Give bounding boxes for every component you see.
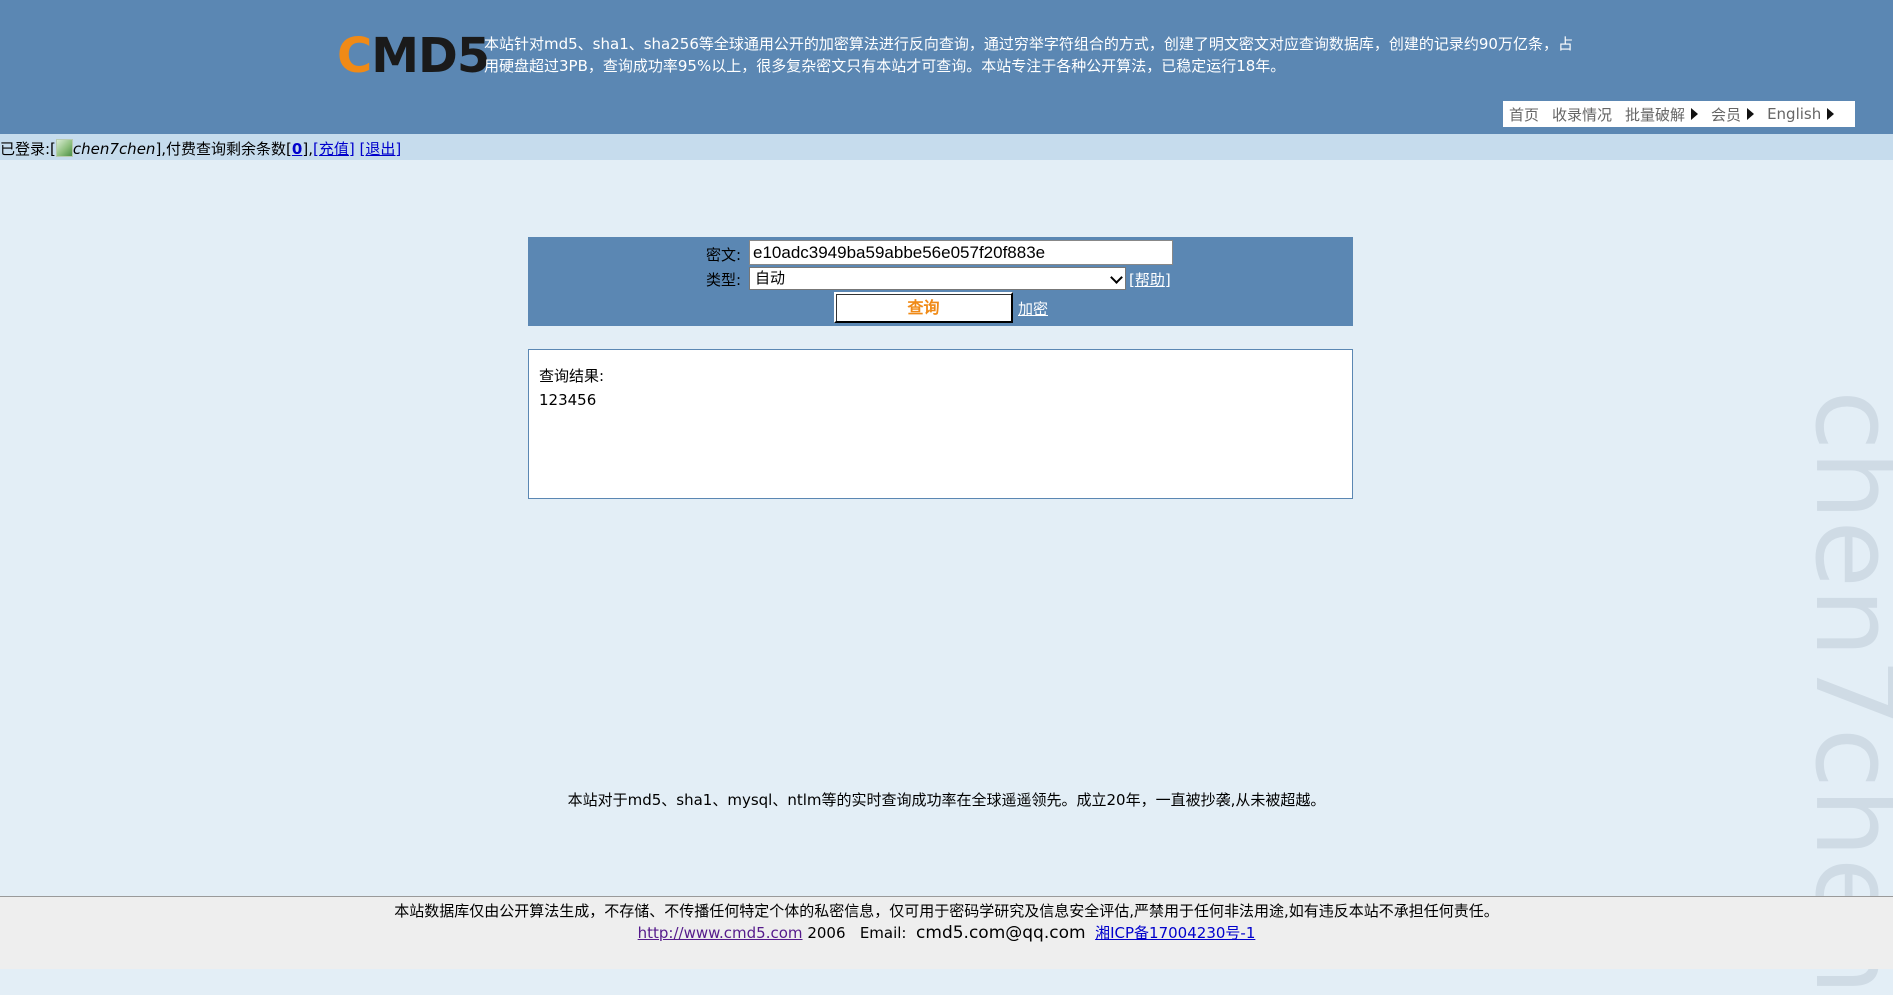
recharge-link[interactable]: [充值] xyxy=(313,140,355,158)
caret-right-icon xyxy=(1691,108,1699,120)
login-status-bar: 已登录:[chen7chen],付费查询剩余条数[0],[充值] [退出] xyxy=(0,134,1893,160)
icp-license-link[interactable]: 湘ICP备17004230号-1 xyxy=(1095,924,1255,942)
site-description: 本站针对md5、sha1、sha256等全球通用公开的加密算法进行反向查询，通过… xyxy=(484,35,1573,75)
site-slogan: 本站对于md5、sha1、mysql、ntlm等的实时查询成功率在全球遥遥领先。… xyxy=(567,791,1326,809)
top-nav: 首页 收录情况 批量破解 会员 English xyxy=(1503,101,1855,127)
cipher-input[interactable] xyxy=(749,240,1173,265)
username: chen7chen xyxy=(72,140,156,158)
username-watermark: chen7chen xyxy=(1791,390,1893,995)
caret-right-icon xyxy=(1827,108,1835,120)
user-avatar-icon xyxy=(55,139,73,157)
nav-item-coverage[interactable]: 收录情况 xyxy=(1552,104,1612,125)
encrypt-link[interactable]: 加密 xyxy=(1018,298,1048,319)
help-link[interactable]: 帮助 xyxy=(1135,271,1165,289)
nav-item-member[interactable]: 会员 xyxy=(1711,104,1755,125)
query-button[interactable]: 查询 xyxy=(834,292,1013,323)
footer-disclaimer: 本站数据库仅由公开算法生成，不存储、不传播任何特定个体的私密信息，仅可用于密码学… xyxy=(394,902,1499,920)
footer-year: 2006 xyxy=(807,924,846,942)
cipher-label: 密文: xyxy=(706,246,742,264)
nav-item-english[interactable]: English xyxy=(1767,105,1835,123)
footer-links: http://www.cmd5.com 2006 Email: cmd5.com… xyxy=(0,922,1893,944)
site-header: CMD5 本站针对md5、sha1、sha256等全球通用公开的加密算法进行反向… xyxy=(0,0,1893,134)
site-footer: 本站数据库仅由公开算法生成，不存储、不传播任何特定个体的私密信息，仅可用于密码学… xyxy=(0,896,1893,969)
result-box: 查询结果: 123456 xyxy=(528,349,1353,499)
result-label: 查询结果: xyxy=(539,367,605,385)
hash-type-select[interactable]: 自动 xyxy=(749,267,1126,290)
logout-link[interactable]: [退出] xyxy=(359,140,401,158)
email-address: cmd5.com@qq.com xyxy=(916,923,1086,943)
chevron-down-icon xyxy=(1110,271,1123,284)
caret-right-icon xyxy=(1747,108,1755,120)
cmd5-logo[interactable]: CMD5 xyxy=(337,30,490,82)
query-form: 密文: 类型: 自动 [帮助] 查询 加密 xyxy=(528,237,1353,326)
nav-item-home[interactable]: 首页 xyxy=(1509,104,1539,125)
type-label: 类型: xyxy=(706,271,742,289)
result-value: 123456 xyxy=(539,391,597,409)
remaining-count-link[interactable]: 0 xyxy=(292,140,302,158)
email-label: Email: xyxy=(859,924,907,942)
nav-item-batch-crack[interactable]: 批量破解 xyxy=(1625,104,1699,125)
help-link-wrapper: [帮助] xyxy=(1129,271,1171,289)
site-url-link[interactable]: http://www.cmd5.com xyxy=(638,924,803,942)
